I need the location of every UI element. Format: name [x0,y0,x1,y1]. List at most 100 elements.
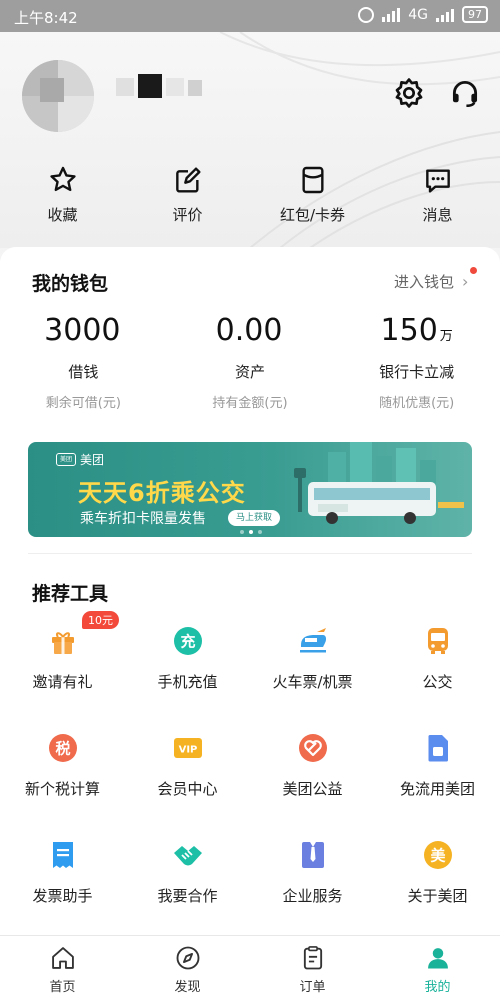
tab-label: 订单 [299,980,326,995]
bus-icon [427,628,448,654]
shortcut-coupons[interactable]: 红包/卡券 [250,164,375,244]
bus-illustration [294,442,464,524]
banner-subtitle: 乘车折扣卡限量发售 [80,511,206,527]
tool-charity[interactable]: 美团公益 [250,732,375,839]
tab-mine[interactable]: 我的 [375,936,500,1000]
enter-wallet-label: 进入钱包 [394,273,455,291]
train-icon [299,628,326,653]
stat-sub: 持有金额(元) [212,396,288,411]
svg-text:美: 美 [430,847,446,865]
tool-invite[interactable]: 10元 邀请有礼 [0,611,125,732]
stat-value: 0.00 [215,313,283,348]
status-time: 上午8:42 [14,9,78,27]
tab-label: 首页 [49,980,76,995]
svg-text:税: 税 [55,740,70,758]
coupon-icon [301,166,324,194]
banner-headline: 天天6折乘公交 [78,479,246,507]
gear-icon[interactable] [392,76,426,110]
stat-assets[interactable]: 0.00 资产 持有金额(元) [167,313,334,411]
order-icon [303,946,322,970]
bottom-tab-bar: 首页 发现 订单 我的 [0,935,500,1000]
tab-discover[interactable]: 发现 [125,936,250,1000]
banner-brand: 美团 美团 [56,451,104,468]
stat-label: 借钱 [68,363,99,381]
notification-dot [470,267,477,274]
stat-label: 资产 [235,363,266,381]
handshake-icon [173,846,202,866]
tab-label: 我的 [424,980,451,995]
status-bar: 上午8:42 4G 97 [0,0,500,32]
tool-label: 企业服务 [282,887,343,905]
stat-borrow[interactable]: 3000 借钱 剩余可借(元) [0,313,167,411]
shortcut-label: 评价 [172,206,203,224]
tool-train-flight[interactable]: 火车票/机票 [250,625,375,732]
banner-cta-button[interactable]: 马上获取 [228,510,281,526]
tool-label: 发票助手 [32,887,93,905]
profile-header: 收藏 评价 红包/卡券 消息 [0,32,500,248]
tool-label: 邀请有礼 [32,673,93,691]
stat-label: 银行卡立减 [379,363,455,381]
shortcut-label: 消息 [422,206,453,224]
battery-indicator: 97 [462,6,488,23]
sim-card-icon [428,735,448,762]
status-icons: 4G 97 [358,6,488,23]
tool-invoice-assistant[interactable]: 发票助手 [0,839,125,946]
headset-icon[interactable] [448,76,482,110]
tool-tax-calculator[interactable]: 税 新个税计算 [0,732,125,839]
username[interactable] [116,74,226,102]
tool-free-data[interactable]: 免流用美团 [375,732,500,839]
shortcut-messages[interactable]: 消息 [375,164,500,244]
tool-enterprise-service[interactable]: 企业服务 [250,839,375,946]
tab-label: 发现 [174,980,201,995]
tax-icon: 税 [48,734,77,762]
gift-icon [51,632,74,654]
tool-label: 手机充值 [157,673,218,691]
tools-title: 推荐工具 [32,583,109,605]
stat-value: 3000 [44,313,121,348]
invoice-icon [52,842,73,868]
signal-icon [382,7,401,22]
tool-partnership[interactable]: 我要合作 [125,839,250,946]
wallet-title: 我的钱包 [32,273,109,295]
stat-card-discount[interactable]: 150 万 银行卡立减 随机优惠(元) [333,313,500,411]
compass-icon [176,946,199,970]
shortcut-favorites[interactable]: 收藏 [0,164,125,244]
section-divider [28,553,472,554]
shortcut-label: 红包/卡券 [279,206,346,224]
banner-brand-label: 美团 [80,453,105,467]
tool-label: 免流用美团 [399,780,475,798]
tab-orders[interactable]: 订单 [250,936,375,1000]
tool-label: 美团公益 [282,780,343,798]
stat-sub: 随机优惠(元) [379,396,455,411]
enterprise-icon [301,842,324,868]
tool-about-meituan[interactable]: 美 关于美团 [375,839,500,946]
enter-wallet-link[interactable]: 进入钱包 › [394,271,468,292]
promo-banner[interactable]: 美团 美团 天天6折乘公交 乘车折扣卡限量发售 马上获取 [28,442,472,537]
svg-text:充: 充 [180,633,195,651]
tool-label: 火车票/机票 [272,673,353,691]
charity-icon [298,734,327,762]
network-type: 4G [408,6,428,23]
main-card: 我的钱包 进入钱包 › 3000 借钱 剩余可借(元) 0.00 资产 持有金额… [0,247,500,937]
banner-dot-active [249,530,253,534]
tool-bus[interactable]: 公交 [375,625,500,732]
tool-label: 我要合作 [157,887,218,905]
star-icon [49,166,76,192]
meituan-logo-icon: 美 [423,841,452,869]
svg-text:VIP: VIP [178,745,197,756]
shortcut-reviews[interactable]: 评价 [125,164,250,244]
banner-pagination [240,530,262,534]
tool-phone-recharge[interactable]: 充 手机充值 [125,625,250,732]
vip-icon: VIP [173,738,202,758]
tool-label: 新个税计算 [24,780,100,798]
tool-label: 公交 [422,673,453,691]
recharge-icon: 充 [173,627,202,655]
shortcut-row: 收藏 评价 红包/卡券 消息 [0,164,500,244]
avatar[interactable] [22,60,94,132]
tool-member-center[interactable]: VIP 会员中心 [125,732,250,839]
meituan-logo-icon: 美团 [56,453,76,466]
tab-home[interactable]: 首页 [0,936,125,1000]
tool-label: 会员中心 [157,780,218,798]
stat-sub: 剩余可借(元) [45,396,121,411]
chevron-right-icon: › [462,272,469,291]
